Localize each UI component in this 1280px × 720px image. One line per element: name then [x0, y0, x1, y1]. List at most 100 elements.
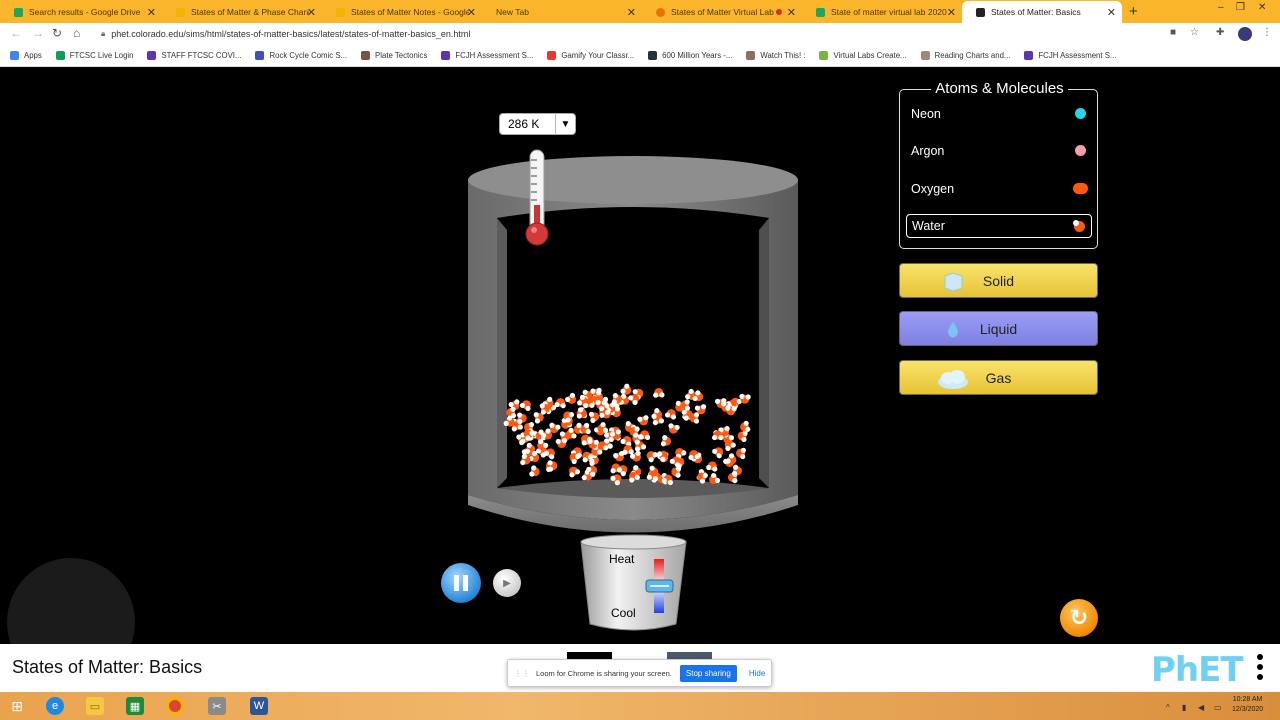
close-tab-icon[interactable]: ✕: [467, 6, 476, 19]
bookmark-label: FCJH Assessment S...: [1038, 51, 1117, 60]
apps-icon: [10, 51, 19, 60]
phet-menu-icon[interactable]: [1255, 654, 1265, 684]
battery-icon[interactable]: ▭: [1214, 703, 1222, 712]
bookmark-item[interactable]: Gamify Your Classr...: [547, 51, 634, 60]
temperature-value: 286 K: [508, 117, 540, 131]
close-tab-icon[interactable]: ✕: [627, 6, 636, 19]
gas-button[interactable]: Gas: [899, 360, 1098, 395]
bookmark-label: Plate Tectonics: [375, 51, 428, 60]
file-explorer-icon[interactable]: ▭: [86, 697, 104, 715]
bookmark-label: STAFF FTCSC COVI...: [161, 51, 242, 60]
step-forward-button[interactable]: ▶: [493, 569, 521, 597]
bookmark-item[interactable]: 600 Million Years -...: [648, 51, 732, 60]
back-icon[interactable]: ←: [10, 26, 22, 40]
neon-atom-icon: [1075, 108, 1086, 119]
bookmark-item[interactable]: FTCSC Live Login: [55, 51, 133, 60]
store-icon[interactable]: ▦: [126, 697, 144, 715]
tab-title: States of Matter Notes - Google: [351, 7, 469, 17]
clock-time: 10:28 AM: [1232, 696, 1263, 703]
oxygen-molecule-icon: [1073, 183, 1088, 194]
bookmark-icon: [648, 51, 658, 60]
recording-icon: [776, 9, 782, 15]
dropdown-arrow-icon[interactable]: ▼: [555, 114, 575, 134]
bookmark-item[interactable]: Watch This! :: [746, 51, 805, 60]
browser-tab[interactable]: States of Matter & Phase Change ✕: [162, 1, 322, 23]
pause-button[interactable]: [441, 563, 481, 603]
atom-option-neon[interactable]: Neon: [906, 102, 1092, 126]
phet-logo[interactable]: PhET: [1151, 650, 1244, 690]
restore-icon[interactable]: ❐: [1236, 2, 1245, 13]
drag-handle-icon[interactable]: ⋮⋮: [514, 669, 530, 678]
system-clock[interactable]: 10:28 AM 12/3/2020: [1232, 695, 1263, 715]
bookmark-icon: [746, 51, 756, 60]
bookmark-item[interactable]: Plate Tectonics: [361, 51, 427, 60]
panel-title: Atoms & Molecules: [900, 80, 1099, 98]
home-icon[interactable]: ⌂: [73, 26, 80, 40]
browser-tab[interactable]: Search results - Google Drive ✕: [0, 1, 162, 23]
close-tab-icon[interactable]: ✕: [307, 6, 316, 19]
browser-tab[interactable]: State of matter virtual lab 2020 ✕: [802, 1, 962, 23]
browser-tab[interactable]: States of Matter Virtual Lab ✕: [642, 1, 802, 23]
reload-icon[interactable]: ↻: [52, 26, 62, 40]
bookmark-item[interactable]: STAFF FTCSC COVI...: [147, 51, 241, 60]
chrome-icon[interactable]: [166, 697, 184, 715]
atom-option-oxygen[interactable]: Oxygen: [906, 177, 1092, 201]
close-tab-icon[interactable]: ✕: [1107, 6, 1116, 19]
address-bar: ← → ↻ ⌂ 🔒︎ phet.colorado.edu/sims/html/s…: [0, 23, 1280, 45]
close-window-icon[interactable]: ✕: [1258, 2, 1266, 13]
solid-label: Solid: [982, 272, 1015, 289]
tab-title: States of Matter & Phase Change: [191, 7, 309, 17]
atom-option-argon[interactable]: Argon: [906, 139, 1092, 163]
close-tab-icon[interactable]: ✕: [947, 6, 956, 19]
close-tab-icon[interactable]: ✕: [147, 6, 156, 19]
camera-icon[interactable]: ■: [1170, 27, 1176, 38]
bookmark-item[interactable]: Rock Cycle Comic S...: [255, 51, 347, 60]
url-text: phet.colorado.edu/sims/html/states-of-ma…: [111, 29, 471, 39]
hide-button[interactable]: Hide: [749, 669, 765, 678]
new-tab-icon[interactable]: +: [1129, 3, 1138, 20]
google-drive-icon: [816, 7, 825, 17]
snipping-tool-icon[interactable]: ✂: [208, 697, 226, 715]
bookmark-item[interactable]: FCJH Assessment S...: [1024, 51, 1116, 60]
bookmark-item[interactable]: Reading Charts and...: [920, 51, 1010, 60]
bookmark-item[interactable]: Apps: [10, 51, 42, 60]
windows-start-icon[interactable]: ⊞: [8, 697, 26, 715]
atom-option-water[interactable]: Water: [906, 214, 1092, 238]
bookmark-icon: [1024, 51, 1034, 60]
network-icon[interactable]: ▮: [1182, 703, 1186, 712]
solid-button[interactable]: Solid: [899, 263, 1098, 298]
url-field[interactable]: 🔒︎ phet.colorado.edu/sims/html/states-of…: [101, 26, 1161, 42]
star-icon[interactable]: ☆: [1190, 27, 1199, 38]
bookmark-item[interactable]: FCJH Assessment S...: [441, 51, 533, 60]
tray-arrow-icon[interactable]: ^: [1166, 703, 1170, 712]
forward-icon[interactable]: →: [32, 26, 44, 40]
atom-label: Argon: [911, 144, 945, 158]
browser-tab-bar: Search results - Google Drive ✕ States o…: [0, 0, 1280, 23]
internet-explorer-icon[interactable]: e: [46, 697, 64, 715]
extensions-icon[interactable]: ✚: [1216, 27, 1224, 38]
bookmark-icon: [255, 51, 265, 60]
menu-icon[interactable]: ⋮: [1262, 27, 1272, 38]
tab-title: States of Matter Virtual Lab: [671, 7, 774, 17]
volume-icon[interactable]: ◀: [1198, 703, 1204, 712]
argon-atom-icon: [1075, 145, 1086, 156]
reset-all-button[interactable]: ↻: [1060, 599, 1098, 637]
profile-avatar[interactable]: [1238, 27, 1252, 41]
bookmark-icon: [441, 51, 451, 60]
word-icon[interactable]: W: [250, 697, 268, 715]
bookmark-icon: [361, 51, 371, 60]
temperature-readout[interactable]: 286 K ▼: [499, 113, 576, 135]
liquid-button[interactable]: Liquid: [899, 311, 1098, 346]
browser-tab-active[interactable]: States of Matter: Basics ✕: [962, 1, 1122, 23]
tab-title: Search results - Google Drive: [29, 7, 141, 17]
stop-sharing-button[interactable]: Stop sharing: [679, 664, 737, 682]
bookmark-label: Virtual Labs Create...: [833, 51, 907, 60]
tab-title: States of Matter: Basics: [991, 7, 1081, 17]
share-message: Loom for Chrome is sharing your screen.: [536, 668, 672, 678]
browser-tab[interactable]: New Tab ✕: [482, 1, 642, 23]
phet-icon: [976, 7, 985, 17]
browser-tab[interactable]: States of Matter Notes - Google ✕: [322, 1, 482, 23]
bookmark-item[interactable]: Virtual Labs Create...: [819, 51, 907, 60]
close-tab-icon[interactable]: ✕: [787, 6, 796, 19]
minimize-icon[interactable]: –: [1218, 2, 1224, 13]
